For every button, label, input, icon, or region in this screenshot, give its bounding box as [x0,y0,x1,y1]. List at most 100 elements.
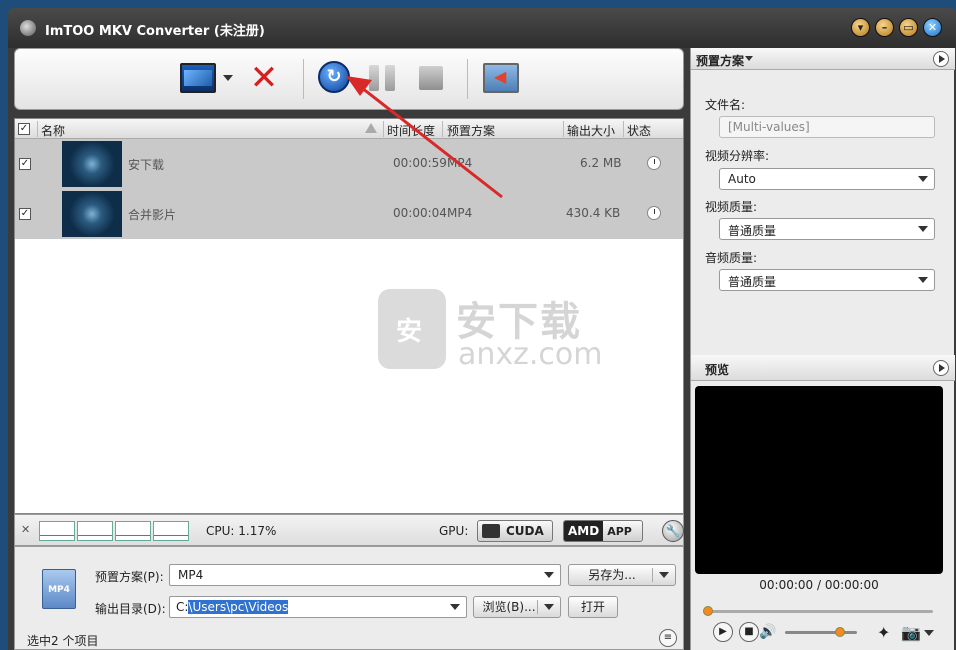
gpu-label: GPU: [439,524,469,538]
browse-button[interactable]: 浏览(B)... [473,596,561,618]
table-row[interactable]: ✓ 安下载 00:00:59 MP4 6.2 MB [15,139,683,189]
video-quality-value: 普通质量 [728,224,777,238]
column-divider [442,121,443,137]
pause-button[interactable] [369,65,395,91]
close-icon: ✕ [927,21,938,34]
row-profile[interactable]: MP4 [447,206,472,220]
amd-label: AMD [564,521,604,541]
list-header: ✓ 名称 时间长度 预置方案 输出大小 状态 [15,119,683,139]
log-icon[interactable]: ≡ [659,629,677,647]
cpu-graph [153,521,189,541]
app-window: ImTOO MKV Converter (未注册) ▾ – ▭ ✕ ✕ ↻ ✓ … [8,8,956,650]
column-divider [383,121,384,137]
close-button[interactable]: ✕ [923,18,942,37]
minimize-button[interactable]: – [875,18,894,37]
row-checkbox[interactable]: ✓ [19,158,31,170]
watermark-url: anxz.com [458,337,603,372]
chevron-down-icon [659,572,669,578]
resolution-value: Auto [728,172,756,186]
filename-field[interactable]: [Multi-values] [719,116,935,138]
time-readout: 00:00:00 / 00:00:00 [759,578,879,592]
add-file-button[interactable] [180,63,216,93]
row-name: 合并影片 [128,208,177,222]
chevron-down-icon [918,176,928,182]
chevron-down-icon[interactable] [924,630,934,636]
preview-panel-header[interactable]: 预览 [691,355,955,381]
clock-icon [647,206,661,220]
output-folder-button[interactable] [483,63,519,93]
video-thumbnail [62,141,122,187]
seek-handle[interactable] [703,606,713,616]
table-row[interactable]: ✓ 合并影片 00:00:04 MP4 430.4 KB [15,189,683,239]
column-profile[interactable]: 预置方案 [447,122,495,139]
preview-title: 预览 [705,363,730,377]
title-bar: ImTOO MKV Converter (未注册) ▾ – ▭ ✕ [8,8,956,48]
nvidia-icon [482,524,500,538]
file-list: ✓ 名称 时间长度 预置方案 输出大小 状态 ✓ 安下载 00:00:59 MP… [14,118,684,514]
effects-icon[interactable]: ✦ [877,623,890,642]
volume-handle[interactable] [835,627,845,637]
column-divider [623,121,624,137]
toolbar-separator [467,59,468,99]
video-preview[interactable] [695,386,943,574]
row-size: 430.4 KB [566,206,621,220]
profile-panel-header[interactable]: 预置方案 [691,48,955,70]
play-button[interactable]: ▶ [713,622,733,642]
stop-preview-button[interactable]: ■ [739,622,759,642]
resolution-select[interactable]: Auto [719,168,935,190]
column-status[interactable]: 状态 [627,122,651,139]
column-name[interactable]: 名称 [41,122,65,139]
filename-label: 文件名: [705,98,746,112]
selection-count: 选中2 个项目 [27,634,99,648]
expand-arrow-icon[interactable] [933,51,949,67]
snapshot-icon[interactable]: 📷 [901,623,921,642]
app-label: APP [607,524,632,538]
output-label: 输出目录(D): [95,602,166,616]
cpu-graph [77,521,113,541]
chevron-down-icon [544,604,554,610]
watermark: 安下载 anxz.com [370,289,603,379]
profile-label: 预置方案(P): [95,570,164,584]
video-quality-label: 视频质量: [705,200,758,214]
add-file-dropdown-icon[interactable] [223,75,233,81]
output-path[interactable]: \Users\pc\Videos [188,600,289,614]
clock-icon [647,156,661,170]
video-thumbnail [62,191,122,237]
maximize-icon: ▭ [903,21,914,34]
status-strip: ✕ CPU: 1.17% GPU: CUDA AMD APP 🔧 [14,514,684,546]
menu-button[interactable]: ▾ [851,18,870,37]
output-path-select[interactable]: C:\Users\pc\Videos [169,596,467,618]
convert-button[interactable]: ↻ [318,61,350,93]
seek-slider[interactable] [703,606,933,616]
audio-quality-select[interactable]: 普通质量 [719,269,935,291]
profile-value: MP4 [178,568,204,582]
minimize-icon: – [881,21,888,34]
wrench-icon[interactable]: 🔧 [662,520,684,542]
maximize-button[interactable]: ▭ [899,18,918,37]
select-all-checkbox[interactable]: ✓ [18,123,30,135]
volume-slider[interactable] [785,627,857,637]
browse-label: 浏览(B)... [482,600,536,614]
video-quality-select[interactable]: 普通质量 [719,218,935,240]
column-size[interactable]: 输出大小 [567,122,615,139]
amd-app-button[interactable]: AMD APP [563,520,643,542]
pause-icon [385,65,395,91]
close-graph-button[interactable]: ✕ [21,523,30,536]
row-checkbox[interactable]: ✓ [19,208,31,220]
cuda-label: CUDA [506,524,544,538]
column-divider [563,121,564,137]
cuda-button[interactable]: CUDA [477,520,553,542]
volume-icon[interactable]: 🔊 [759,624,776,640]
row-profile[interactable]: MP4 [447,156,472,170]
pause-icon [369,65,379,91]
save-as-button[interactable]: 另存为... [568,564,676,586]
expand-arrow-icon[interactable] [933,360,949,376]
remove-button[interactable]: ✕ [249,61,279,95]
button-split [652,568,653,582]
chevron-down-icon [918,226,928,232]
stop-button[interactable] [419,66,443,90]
open-button[interactable]: 打开 [568,596,618,618]
right-panel: 预置方案 文件名: [Multi-values] 视频分辨率: Auto 视频质… [690,48,955,650]
column-duration[interactable]: 时间长度 [387,122,435,139]
profile-select[interactable]: MP4 [169,564,561,586]
